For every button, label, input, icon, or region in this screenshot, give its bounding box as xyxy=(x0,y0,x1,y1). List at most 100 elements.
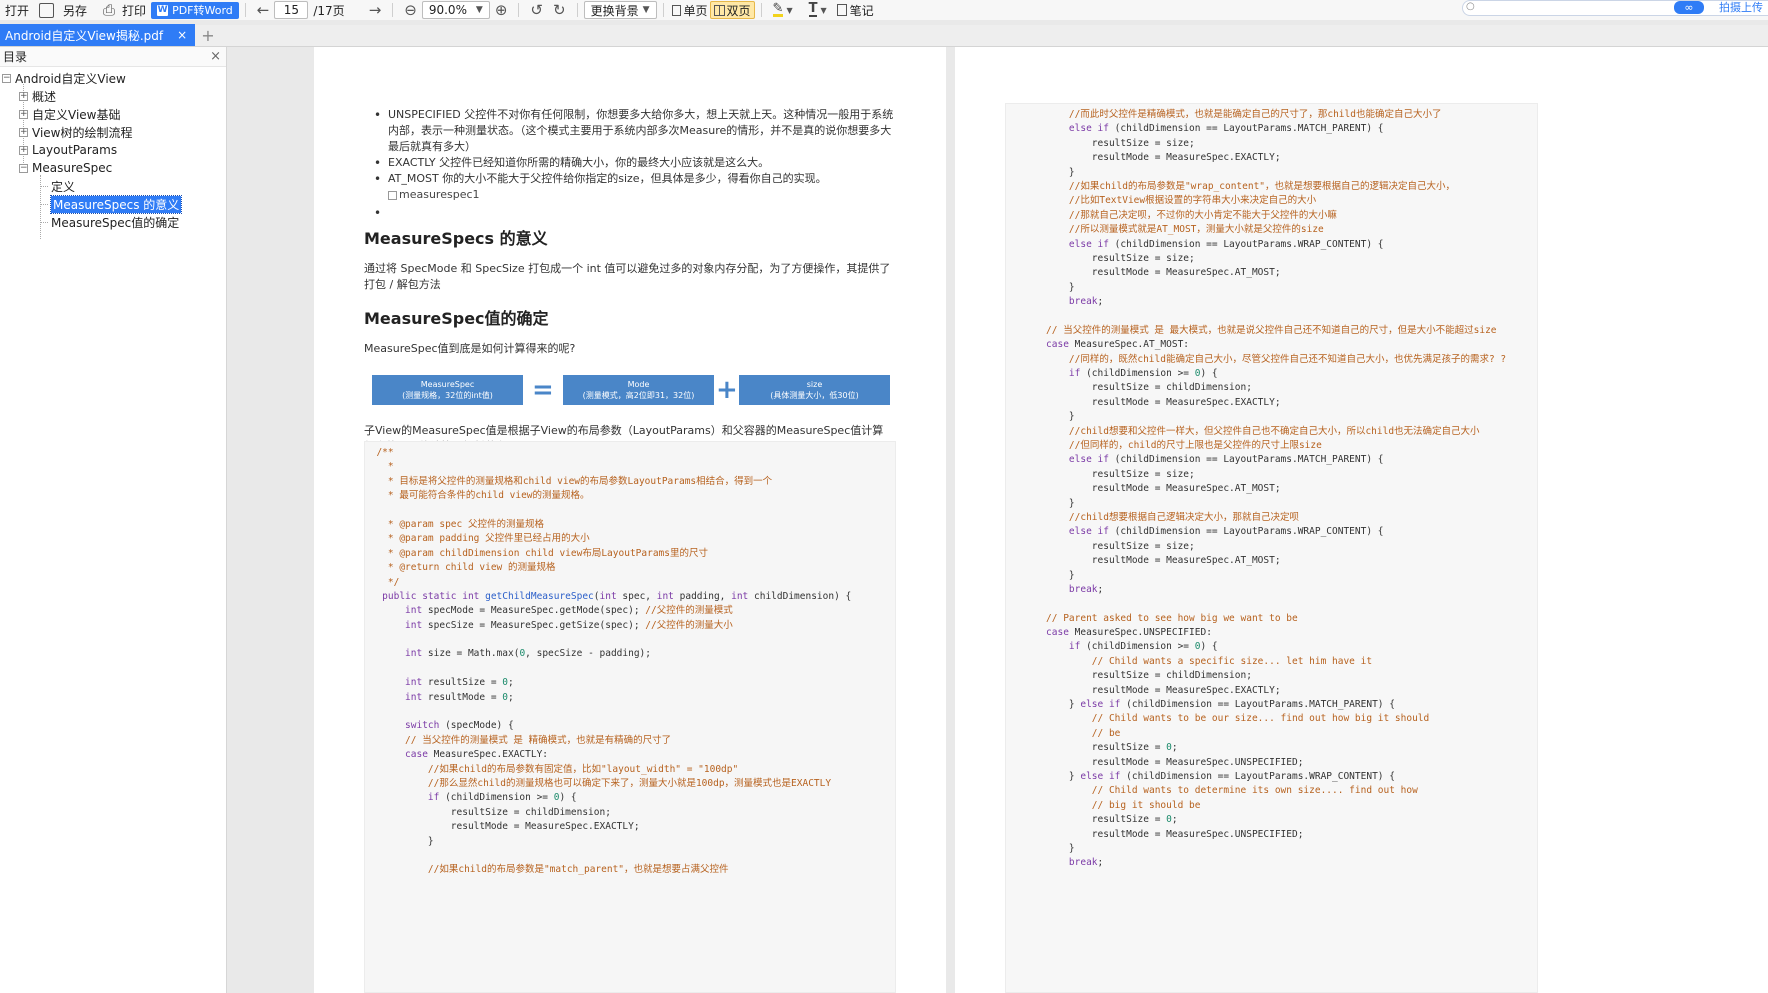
outline-tree: − Android自定义View + 概述 + 自定义View基础 + View… xyxy=(0,67,226,239)
double-page-label: 双页 xyxy=(726,3,751,18)
divider xyxy=(576,3,578,17)
code-line: * @param padding 父控件里已经占用的大小 xyxy=(365,532,895,546)
code-token: //父控件的测量大小 xyxy=(645,619,733,631)
text-tool-button[interactable]: T ▼ xyxy=(804,0,832,20)
sidebar-item-measurespec[interactable]: − MeasureSpec xyxy=(0,159,226,177)
page-number-input[interactable]: 15 xyxy=(274,1,309,19)
sidebar-item-basics[interactable]: + 自定义View基础 xyxy=(0,105,226,123)
formula-box-subtitle: (具体测量大小，低30位) xyxy=(770,390,859,400)
zoom-out-button[interactable]: ⊖ xyxy=(399,0,422,20)
double-page-button[interactable]: 双页 xyxy=(709,1,755,19)
rotate-right-button[interactable]: ↻ xyxy=(548,0,571,20)
collapse-icon[interactable]: − xyxy=(2,73,11,83)
sidebar-title: 目录 xyxy=(3,50,28,64)
close-icon[interactable]: × xyxy=(210,49,221,64)
upload-button[interactable]: ○ ∞ 拍摄上传 xyxy=(1462,0,1768,16)
next-page-button[interactable]: → xyxy=(364,0,387,20)
highlight-button[interactable]: ✎ ▼ xyxy=(768,0,798,20)
code-token: (childDimension == LayoutParams.WRAP_CON… xyxy=(1108,526,1384,538)
pdf-to-word-button[interactable]: W PDF转Word xyxy=(151,1,239,19)
sidebar-item-label: View树的绘制流程 xyxy=(32,125,133,140)
code-line: resultSize = 0; xyxy=(1006,741,1537,755)
sidebar-item-draw-flow[interactable]: + View树的绘制流程 xyxy=(0,123,226,141)
list-item: AT_MOST 你的大小不能大于父控件给你指定的size，但具体是多少，得看你自… xyxy=(364,171,894,205)
list-item: UNSPECIFIED 父控件不对你有任何限制，你想要多大给你多大，想上天就上天… xyxy=(364,107,894,155)
image-alt-text: measurespec1 xyxy=(399,188,480,201)
expand-icon[interactable]: + xyxy=(19,91,28,101)
code-line: //比如TextView根据设置的字符串大小来决定自己的大小 xyxy=(1006,194,1537,208)
expand-icon[interactable]: + xyxy=(19,145,28,155)
section-heading: MeasureSpecs 的意义 xyxy=(364,228,548,248)
code-token: resultSize = childDimension; xyxy=(1006,670,1252,682)
code-token: } xyxy=(1006,842,1075,854)
print-button[interactable]: ⎙ 打印 xyxy=(92,0,151,20)
document-viewer[interactable]: UNSPECIFIED 父控件不对你有任何限制，你想要多大给你多大，想上天就上天… xyxy=(227,47,1768,993)
code-token: int xyxy=(365,619,423,631)
code-line: resultMode = MeasureSpec.EXACTLY; xyxy=(1006,151,1537,165)
new-tab-button[interactable]: + xyxy=(201,24,214,46)
divider xyxy=(662,3,664,17)
zoom-out-icon: ⊖ xyxy=(404,1,417,19)
formula-box-subtitle: (测量规格，32位的int值) xyxy=(402,390,493,400)
page-total-label: /17页 xyxy=(313,3,345,18)
code-line: } xyxy=(1006,166,1537,180)
code-line: } xyxy=(1006,569,1537,583)
expand-icon[interactable]: + xyxy=(19,127,28,137)
code-line: resultSize = childDimension; xyxy=(365,806,895,820)
code-line: // Parent asked to see how big we want t… xyxy=(1006,612,1537,626)
tree-connector xyxy=(40,221,48,223)
code-line: } xyxy=(1006,281,1537,295)
list-item-text: EXACTLY 父控件已经知道你所需的精确大小，你的最终大小应该就是这么大。 xyxy=(388,156,770,169)
open-button[interactable]: 打开 xyxy=(0,0,34,20)
close-icon[interactable]: × xyxy=(177,28,187,42)
equals-sign: = xyxy=(532,374,554,405)
sidebar-item-root[interactable]: − Android自定义View xyxy=(0,69,226,87)
code-line: if (childDimension >= 0) { xyxy=(1006,640,1537,654)
code-token: // Child wants to be our size... find ou… xyxy=(1006,713,1430,725)
code-token: /** xyxy=(365,447,394,458)
code-token: // be xyxy=(1006,727,1121,739)
expand-icon[interactable]: + xyxy=(19,109,28,119)
tree-connector xyxy=(40,185,48,187)
code-token: int xyxy=(365,691,423,703)
zoom-in-button[interactable]: ⊕ xyxy=(490,0,513,20)
list-item-text: AT_MOST 你的大小不能大于父控件给你指定的size，但具体是多少，得看你自… xyxy=(388,172,827,185)
code-token: //如果child的布局参数有固定值，比如"layout_width" = "1… xyxy=(365,763,739,775)
sidebar-item-label: LayoutParams xyxy=(32,143,118,157)
background-select[interactable]: 更换背景 ▼ xyxy=(583,1,657,19)
formula-box-title: MeasureSpec xyxy=(420,379,475,389)
code-line: if (childDimension >= 0) { xyxy=(365,791,895,805)
zoom-select[interactable]: 90.0% ▼ xyxy=(421,1,490,19)
sidebar-item-definition[interactable]: 定义 xyxy=(0,177,226,195)
code-line: break; xyxy=(1006,583,1537,597)
zoom-in-icon: ⊕ xyxy=(494,1,508,19)
code-token: // 当父控件的测量模式 是 精确模式，也就是有精确的尺寸了 xyxy=(365,734,672,746)
code-token: //那么显然child的测量规格也可以确定下来了，测量大小就是100dp，测量模… xyxy=(365,777,832,789)
code-line: int specMode = MeasureSpec.getMode(spec)… xyxy=(365,604,895,618)
notes-button[interactable]: 笔记 xyxy=(832,0,879,20)
prev-page-button[interactable]: ← xyxy=(252,0,275,20)
code-line: case MeasureSpec.EXACTLY: xyxy=(365,748,895,762)
code-line: int resultMode = 0; xyxy=(365,691,895,705)
code-token: } xyxy=(1006,281,1075,293)
save-as-button[interactable]: 另存 xyxy=(34,0,92,20)
tab-document[interactable]: Android自定义View揭秘.pdf × xyxy=(0,24,196,46)
collapse-icon[interactable]: − xyxy=(19,163,28,173)
sidebar-item-determine[interactable]: MeasureSpec值的确定 xyxy=(0,213,226,231)
rotate-left-button[interactable]: ↺ xyxy=(525,0,548,20)
code-line: resultMode = MeasureSpec.EXACTLY; xyxy=(1006,684,1537,698)
sidebar-item-overview[interactable]: + 概述 xyxy=(0,87,226,105)
code-token: padding, xyxy=(673,590,732,602)
code-line: // Child wants to be our size... find ou… xyxy=(1006,712,1537,726)
sidebar-item-layoutparams[interactable]: + LayoutParams xyxy=(0,141,226,159)
sidebar-header: 目录 × xyxy=(0,47,226,67)
code-token: } xyxy=(1006,770,1081,782)
code-token: break xyxy=(1006,583,1098,595)
rotate-right-icon: ↻ xyxy=(553,1,566,19)
sidebar-item-meaning[interactable]: MeasureSpecs 的意义 xyxy=(0,194,226,214)
sidebar-item-label: 概述 xyxy=(32,89,57,104)
code-token: ; xyxy=(1097,857,1104,869)
single-page-button[interactable]: 单页 xyxy=(670,0,710,20)
